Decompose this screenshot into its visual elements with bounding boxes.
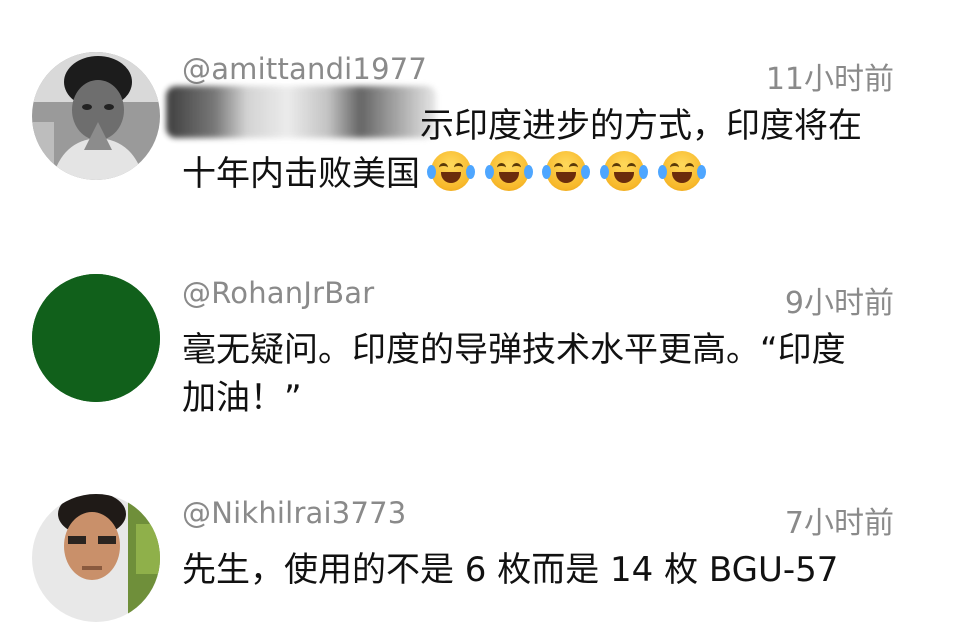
comment-text-line2: 十年内击败美国	[182, 150, 912, 198]
comment-text-line1: 示印度进步的方式，印度将在	[420, 102, 900, 150]
comment-text: 示印度进步的方式，印度将在	[420, 106, 862, 146]
user-avatar[interactable]	[32, 494, 160, 622]
user-avatar[interactable]	[32, 52, 160, 180]
comment-username[interactable]: @Nikhilrai3773	[182, 496, 406, 530]
comment-username[interactable]: @RohanJrBar	[182, 276, 374, 310]
comment-username[interactable]: @amittandi1977	[182, 52, 427, 86]
child-photo-avatar-icon	[32, 52, 160, 180]
comment-text-line1: 先生，使用的不是 6 枚而是 14 枚 BGU-57	[182, 550, 839, 590]
laughing-crying-emoji-icon	[600, 151, 649, 191]
comment-text-line1: 毫无疑问。印度的导弹技术水平更高。“印度	[182, 330, 846, 370]
user-avatar[interactable]	[32, 274, 160, 402]
green-circle-avatar-icon	[32, 274, 160, 402]
man-photo-avatar-icon	[32, 494, 160, 622]
laughing-crying-emoji-icon	[484, 151, 533, 191]
redacted-text-blur	[166, 86, 436, 138]
comment-text: 十年内击败美国	[182, 154, 420, 194]
comment-timestamp: 7小时前	[784, 506, 894, 541]
comment-timestamp: 9小时前	[784, 286, 894, 321]
laughing-crying-emoji-icon	[542, 151, 591, 191]
laughing-crying-emoji-icon	[658, 151, 707, 191]
comment-timestamp: 11小时前	[765, 62, 894, 97]
laughing-crying-emoji-icon	[426, 151, 475, 191]
comment-text-line2: 加油！”	[182, 378, 302, 418]
